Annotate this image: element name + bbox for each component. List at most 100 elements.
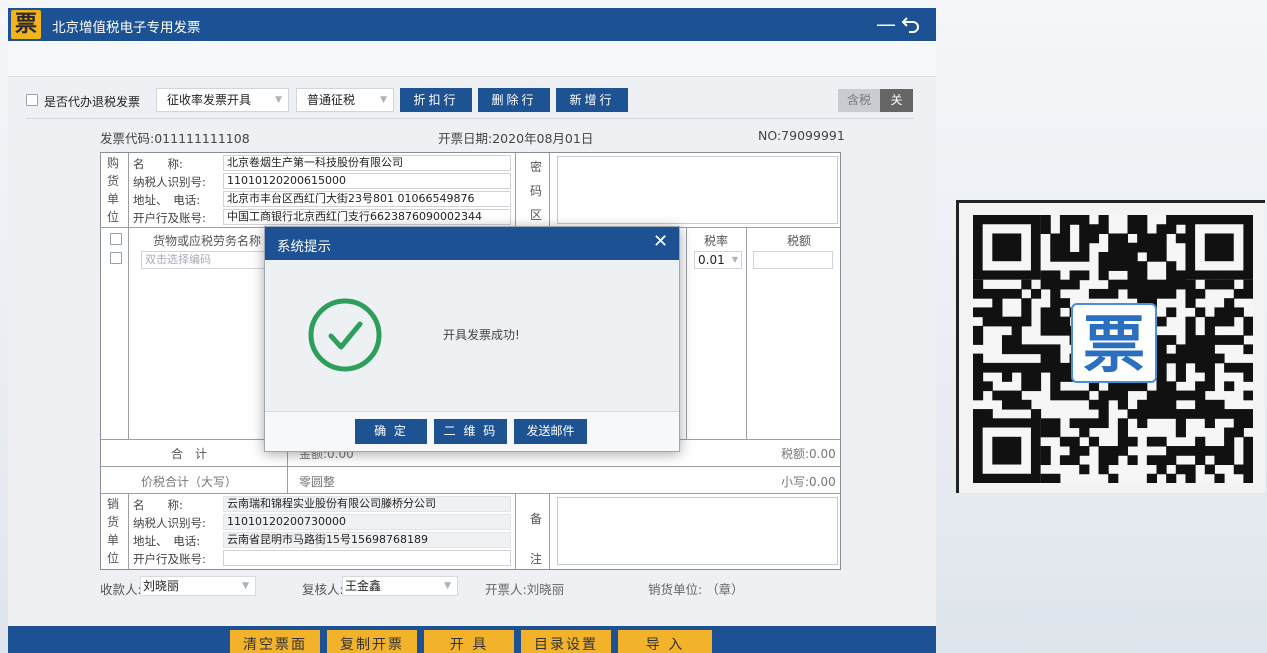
invoice-code: 发票代码:011111111108 bbox=[100, 131, 250, 146]
buyer-taxid-field[interactable]: 11010120200615000 bbox=[223, 173, 511, 189]
buyer-address-field[interactable]: 北京市丰台区西红门大街23号801 01066549876 bbox=[223, 191, 511, 207]
dialog-message: 开具发票成功! bbox=[443, 328, 520, 342]
seller-address-field[interactable]: 云南省昆明市马路街15号15698768189 bbox=[223, 532, 511, 548]
refund-label: 是否代办退税发票 bbox=[44, 95, 141, 109]
payee-select[interactable]: 刘晓丽 ▼ bbox=[140, 576, 256, 596]
cipher-side-char: 区 bbox=[529, 208, 542, 222]
buyer-side-char: 购 bbox=[106, 156, 119, 170]
buyer-bank-field[interactable]: 中国工商银行北京西红门支行6623876090002344 bbox=[223, 209, 511, 225]
chevron-down-icon: ▼ bbox=[444, 581, 451, 591]
cipher-side-label: 密 码 区 bbox=[529, 155, 543, 227]
minimize-button[interactable]: — bbox=[876, 11, 896, 37]
system-dialog: 系统提示 ✕ 开具发票成功! 确 定 二 维 码 发送邮件 bbox=[264, 226, 680, 452]
note-side-char: 注 bbox=[529, 552, 542, 566]
buyer-side-label: 购 货 单 位 bbox=[106, 154, 120, 226]
reviewer-label: 复核人: bbox=[302, 582, 344, 597]
sub-header bbox=[8, 41, 936, 77]
row-checkbox[interactable] bbox=[110, 252, 122, 264]
sum-words-label: 价税合计（大写） bbox=[141, 475, 238, 489]
close-icon: ✕ bbox=[653, 231, 669, 252]
buyer-name-field[interactable]: 北京卷烟生产第一科技股份有限公司 bbox=[223, 155, 511, 171]
mode-select-value: 征收率发票开具 bbox=[167, 93, 252, 107]
copy-invoice-button[interactable]: 复制开票 bbox=[327, 630, 417, 653]
discount-row-button[interactable]: 折扣行 bbox=[400, 88, 472, 112]
select-all-checkbox[interactable] bbox=[110, 233, 122, 245]
rate-column-header: 税率 bbox=[704, 234, 729, 248]
chevron-down-icon: ▼ bbox=[275, 95, 282, 105]
payee-label: 收款人: bbox=[100, 582, 142, 597]
mode-select[interactable]: 征收率发票开具 ▼ bbox=[156, 88, 289, 112]
seller-side-char: 货 bbox=[106, 515, 119, 529]
delete-row-button[interactable]: 删除行 bbox=[478, 88, 550, 112]
cipher-area bbox=[557, 156, 838, 224]
seller-side-char: 位 bbox=[106, 551, 119, 565]
dialog-qrcode-button[interactable]: 二 维 码 bbox=[434, 419, 507, 444]
drawer-label: 开票人:刘晓丽 bbox=[485, 582, 565, 597]
invoice-date: 开票日期:2020年08月01日 bbox=[438, 131, 594, 146]
import-button[interactable]: 导 入 bbox=[618, 630, 712, 653]
note-side-char: 备 bbox=[529, 512, 542, 526]
qr-center-logo: 票 bbox=[1071, 303, 1157, 383]
dialog-email-button[interactable]: 发送邮件 bbox=[514, 419, 587, 444]
seller-taxid-label: 纳税人识别号: bbox=[133, 516, 206, 530]
divider bbox=[26, 118, 914, 119]
dialog-close-button[interactable]: ✕ bbox=[653, 231, 668, 252]
qr-code-panel: 票 bbox=[956, 200, 1265, 493]
dialog-footer: 确 定 二 维 码 发送邮件 bbox=[265, 411, 679, 451]
seller-taxid-field[interactable]: 11010120200730000 bbox=[223, 514, 511, 530]
seller-bank-label: 开户行及账号: bbox=[133, 552, 206, 566]
sum-in-words: 零圆整 bbox=[299, 475, 336, 489]
issue-invoice-button[interactable]: 开 具 bbox=[424, 630, 514, 653]
tax-column-header: 税额 bbox=[787, 234, 812, 248]
clear-invoice-button[interactable]: 清空票面 bbox=[230, 630, 320, 653]
cipher-side-char: 密 bbox=[529, 160, 542, 174]
buyer-bank-label: 开户行及账号: bbox=[133, 211, 206, 225]
buyer-side-char: 位 bbox=[106, 210, 119, 224]
buyer-taxid-label: 纳税人识别号: bbox=[133, 175, 206, 189]
dialog-title-bar: 系统提示 ✕ bbox=[265, 227, 679, 260]
note-textarea[interactable] bbox=[557, 497, 838, 565]
catalog-settings-button[interactable]: 目录设置 bbox=[521, 630, 611, 653]
buyer-name-label: 名 称: bbox=[133, 157, 183, 171]
tax-type-select[interactable]: 普通征税 ▼ bbox=[296, 88, 394, 112]
rate-select-value: 0.01 bbox=[698, 253, 725, 267]
invoice-number: NO:79099991 bbox=[758, 128, 845, 143]
seller-side-label: 销 货 单 位 bbox=[106, 495, 120, 567]
seller-address-label: 地址、 电话: bbox=[133, 534, 201, 548]
seller-side-char: 销 bbox=[106, 497, 119, 511]
app-title: 北京增值税电子专用发票 bbox=[52, 20, 201, 36]
rate-select[interactable]: 0.01 ▼ bbox=[694, 251, 742, 269]
goods-column-header: 货物或应税劳务名称 bbox=[153, 234, 262, 248]
seller-name-field[interactable]: 云南瑞和锦程实业股份有限公司滕桥分公司 bbox=[223, 496, 511, 512]
cipher-side-char: 码 bbox=[529, 184, 542, 198]
buyer-side-char: 单 bbox=[106, 192, 119, 206]
chevron-down-icon: ▼ bbox=[380, 95, 387, 105]
total-label: 合 计 bbox=[171, 447, 208, 461]
seller-name-label: 名 称: bbox=[133, 498, 183, 512]
dialog-ok-button[interactable]: 确 定 bbox=[355, 419, 427, 444]
tax-toggle-off[interactable]: 关 bbox=[880, 89, 913, 112]
total-tax: 税额:0.00 bbox=[781, 447, 836, 461]
goods-code-input[interactable]: 双击选择编码 bbox=[141, 251, 271, 269]
buyer-side-char: 货 bbox=[106, 174, 119, 188]
add-row-button[interactable]: 新增行 bbox=[556, 88, 628, 112]
chevron-down-icon: ▼ bbox=[242, 581, 249, 591]
buyer-address-label: 地址、 电话: bbox=[133, 193, 201, 207]
title-bar: 票 北京增值税电子专用发票 — bbox=[8, 8, 936, 41]
success-check-icon bbox=[307, 297, 383, 373]
seller-stamp-label: 销货单位: （章） bbox=[648, 582, 744, 597]
reviewer-value: 王金鑫 bbox=[345, 579, 382, 593]
sum-small: 小写:0.00 bbox=[781, 475, 836, 489]
app-logo: 票 bbox=[11, 10, 41, 39]
dialog-title: 系统提示 bbox=[277, 239, 331, 255]
dialog-body: 开具发票成功! bbox=[265, 260, 679, 411]
back-button[interactable] bbox=[900, 11, 922, 37]
tax-included-toggle[interactable]: 含税 bbox=[838, 89, 880, 112]
tax-type-select-value: 普通征税 bbox=[307, 93, 356, 107]
seller-side-char: 单 bbox=[106, 533, 119, 547]
note-side-label: 备 注 bbox=[529, 499, 543, 579]
tax-amount-field[interactable] bbox=[753, 251, 833, 269]
seller-bank-field[interactable] bbox=[223, 550, 511, 566]
refund-checkbox[interactable] bbox=[26, 94, 38, 106]
reviewer-select[interactable]: 王金鑫 ▼ bbox=[342, 576, 458, 596]
